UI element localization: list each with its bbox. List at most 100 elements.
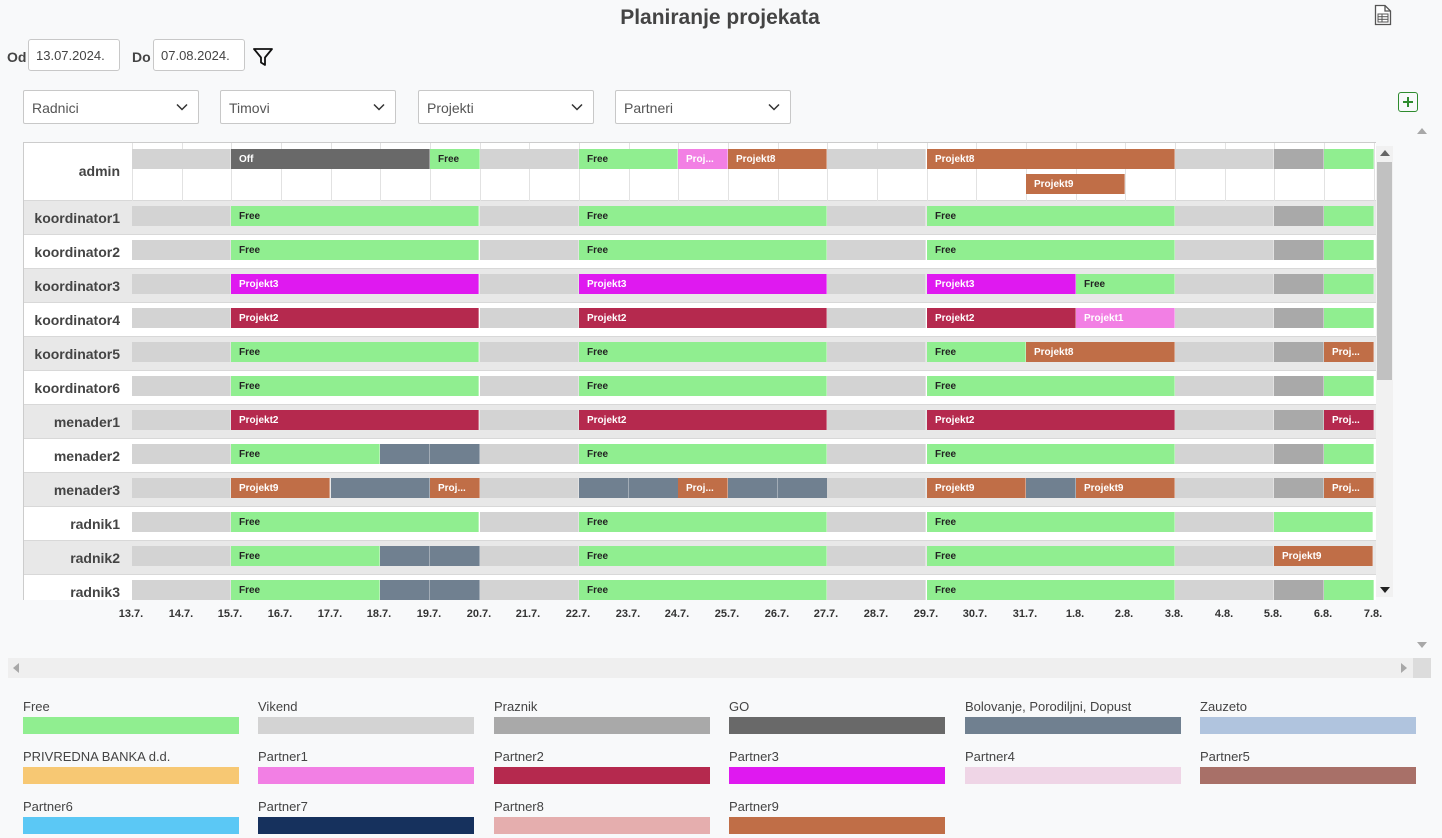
gantt-bar[interactable]: Free (231, 546, 380, 566)
gantt-bar[interactable]: Free (927, 206, 1175, 226)
gantt-bar[interactable]: Projekt8 (728, 149, 827, 169)
gantt-bar[interactable] (1175, 149, 1274, 169)
gantt-bar[interactable] (430, 546, 480, 566)
gantt-bar[interactable]: Projekt3 (231, 274, 479, 294)
gantt-bar[interactable]: Projekt2 (927, 410, 1175, 430)
scroll-down-icon[interactable] (1380, 587, 1390, 593)
gantt-bar[interactable]: Projekt9 (1076, 478, 1175, 498)
gantt-bar[interactable]: Projekt8 (1026, 342, 1175, 362)
gantt-bar[interactable]: Free (1076, 274, 1175, 294)
radnici-dropdown[interactable]: Radnici (23, 90, 199, 124)
gantt-bar[interactable] (1324, 149, 1374, 169)
gantt-bar[interactable] (480, 580, 579, 600)
gantt-bar[interactable] (827, 308, 926, 328)
gantt-bar[interactable] (1274, 308, 1324, 328)
gantt-bar[interactable] (1274, 149, 1324, 169)
add-icon[interactable] (1398, 92, 1418, 112)
gantt-bar[interactable] (1274, 410, 1324, 430)
gantt-bar[interactable] (430, 444, 480, 464)
gantt-bar[interactable] (827, 512, 926, 532)
gantt-bar[interactable]: Projekt9 (231, 478, 330, 498)
gantt-bar[interactable] (827, 342, 926, 362)
gantt-bar[interactable] (1324, 274, 1374, 294)
gantt-bar[interactable] (132, 444, 231, 464)
gantt-bar[interactable]: Free (231, 444, 380, 464)
gantt-bar[interactable] (331, 478, 381, 498)
gantt-bar[interactable]: Proj... (1324, 410, 1374, 430)
gantt-bar[interactable]: Projekt2 (579, 308, 827, 328)
scroll-up-icon[interactable] (1417, 128, 1427, 134)
gantt-bar[interactable]: Free (927, 342, 1026, 362)
gantt-bar[interactable] (480, 206, 579, 226)
gantt-bar[interactable] (1274, 240, 1324, 260)
gantt-bar[interactable] (1324, 240, 1374, 260)
gantt-bar[interactable]: Proj... (430, 478, 480, 498)
gantt-bar[interactable] (480, 444, 579, 464)
gantt-bar[interactable]: Projekt2 (579, 410, 827, 430)
gantt-bar[interactable]: Free (927, 580, 1175, 600)
excel-export-icon[interactable] (1374, 4, 1392, 26)
gantt-bar[interactable] (1026, 478, 1076, 498)
gantt-bar[interactable]: Free (579, 342, 827, 362)
gantt-bar[interactable] (1274, 376, 1324, 396)
gantt-bar[interactable] (132, 478, 231, 498)
gantt-bar[interactable] (1175, 478, 1274, 498)
gantt-bar[interactable] (480, 410, 579, 430)
gantt-bar[interactable] (1175, 580, 1274, 600)
gantt-bar[interactable] (1324, 206, 1374, 226)
gantt-bar[interactable] (1274, 342, 1324, 362)
gantt-bar[interactable] (1175, 342, 1274, 362)
gantt-bar[interactable] (132, 410, 231, 430)
gantt-bar[interactable] (827, 410, 926, 430)
gantt-bar[interactable] (827, 206, 926, 226)
gantt-bar[interactable]: Free (231, 376, 479, 396)
gantt-bar[interactable]: Free (927, 546, 1175, 566)
gantt-bar[interactable] (1324, 376, 1374, 396)
gantt-bar[interactable]: Free (927, 376, 1175, 396)
gantt-bar[interactable] (579, 478, 629, 498)
gantt-bar[interactable]: Free (231, 342, 479, 362)
gantt-bar[interactable]: Free (927, 444, 1175, 464)
gantt-bar[interactable] (430, 580, 480, 600)
gantt-bar[interactable]: Projekt3 (927, 274, 1076, 294)
gantt-bar[interactable] (1175, 206, 1274, 226)
gantt-bar[interactable]: Proj... (1324, 478, 1374, 498)
gantt-bar[interactable] (380, 580, 430, 600)
gantt-bar[interactable] (132, 546, 231, 566)
gantt-bar[interactable] (132, 206, 231, 226)
gantt-bar[interactable]: Proj... (1324, 342, 1374, 362)
gantt-bar[interactable]: Proj... (678, 149, 728, 169)
projekti-dropdown[interactable]: Projekti (418, 90, 594, 124)
gantt-bar[interactable] (1274, 444, 1324, 464)
gantt-bar[interactable]: Free (430, 149, 480, 169)
gantt-bar[interactable] (380, 546, 430, 566)
gantt-bar[interactable] (827, 149, 926, 169)
scroll-left-icon[interactable] (13, 663, 19, 673)
gantt-bar[interactable]: Projekt9 (927, 478, 1026, 498)
gantt-bar[interactable]: Free (231, 206, 479, 226)
gantt-bar[interactable]: Free (927, 512, 1175, 532)
gantt-bar[interactable]: Projekt2 (231, 410, 479, 430)
gantt-bar[interactable]: Projekt9 (1274, 546, 1373, 566)
gantt-bar[interactable] (380, 478, 430, 498)
gantt-bar[interactable]: Projekt2 (231, 308, 479, 328)
gantt-bar[interactable] (132, 512, 231, 532)
gantt-bar[interactable] (827, 376, 926, 396)
gantt-bar[interactable] (132, 240, 231, 260)
gantt-bar[interactable] (480, 149, 579, 169)
scroll-right-icon[interactable] (1401, 663, 1407, 673)
gantt-bar[interactable]: Free (579, 240, 827, 260)
gantt-bar[interactable] (1175, 546, 1274, 566)
gantt-bar[interactable] (1274, 580, 1324, 600)
gantt-bar[interactable]: Proj... (678, 478, 728, 498)
gantt-bar[interactable] (1274, 478, 1324, 498)
gantt-bar[interactable]: Free (231, 240, 479, 260)
gantt-bar[interactable] (132, 308, 231, 328)
gantt-bar[interactable] (480, 308, 579, 328)
gantt-bar[interactable] (827, 240, 926, 260)
gantt-bar[interactable]: Projekt2 (927, 308, 1076, 328)
gantt-bar[interactable]: Free (579, 376, 827, 396)
gantt-bar[interactable] (1324, 580, 1374, 600)
gantt-bar[interactable] (132, 342, 231, 362)
do-date-input[interactable]: 07.08.2024. (153, 39, 245, 71)
